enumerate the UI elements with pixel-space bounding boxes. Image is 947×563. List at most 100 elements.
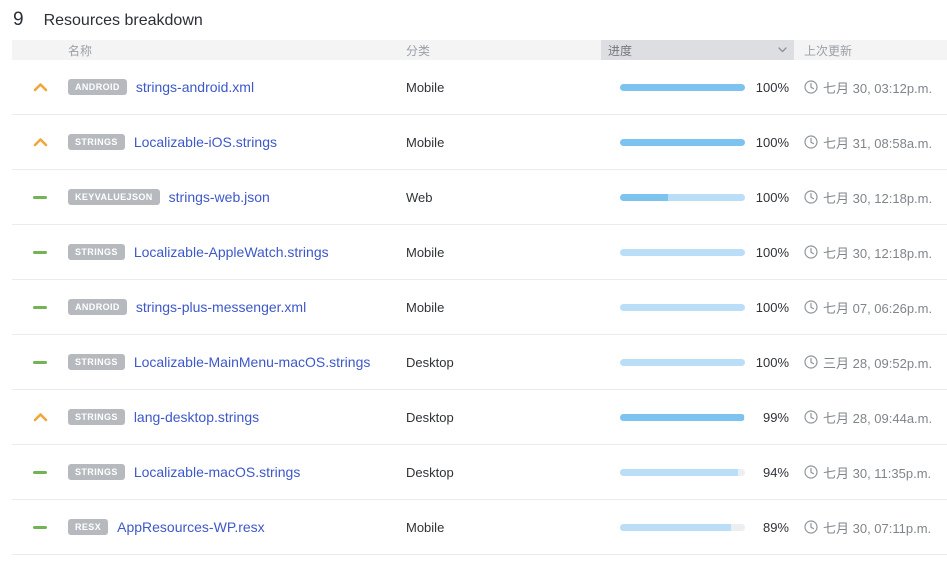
chevron-down-icon — [778, 47, 787, 53]
file-link[interactable]: Localizable-MainMenu-macOS.strings — [134, 354, 371, 370]
page-number: 9 — [13, 9, 24, 31]
updated-label: 七月 31, 08:58a.m. — [823, 133, 932, 152]
updated-label: 七月 28, 09:44a.m. — [823, 408, 932, 427]
updated-cell: 七月 31, 08:58a.m. — [794, 133, 947, 152]
progress-filter-select[interactable]: 进度 — [601, 40, 794, 60]
column-header-category: 分类 — [406, 42, 601, 59]
updated-cell: 七月 30, 12:18p.m. — [794, 243, 947, 262]
file-link[interactable]: strings-plus-messenger.xml — [136, 299, 306, 315]
chevron-up-icon — [33, 137, 48, 147]
percent-label: 99% — [763, 410, 789, 425]
page-title: Resources breakdown — [44, 12, 203, 30]
clock-icon — [804, 520, 818, 534]
progress-cell: 100% — [601, 190, 794, 205]
row-toggle[interactable] — [33, 526, 47, 529]
percent-label: 100% — [756, 245, 789, 260]
format-badge: ANDROID — [68, 299, 127, 315]
format-badge: KEYVALUEJSON — [68, 189, 160, 205]
table-row: STRINGS Localizable-MainMenu-macOS.strin… — [12, 335, 947, 390]
file-link[interactable]: Localizable-iOS.strings — [134, 134, 277, 150]
name-cell: ANDROID strings-plus-messenger.xml — [68, 299, 406, 315]
updated-label: 三月 28, 09:52p.m. — [823, 353, 932, 372]
progress-bar — [620, 194, 745, 201]
progress-bar — [620, 359, 745, 366]
progress-segment — [620, 304, 745, 311]
name-cell: STRINGS Localizable-AppleWatch.strings — [68, 244, 406, 260]
progress-cell: 100% — [601, 355, 794, 370]
percent-label: 100% — [756, 80, 789, 95]
table-row: STRINGS Localizable-macOS.strings Deskto… — [12, 445, 947, 500]
dash-icon — [33, 526, 47, 529]
column-header-progress: 进度 — [608, 42, 632, 59]
format-badge: STRINGS — [68, 464, 125, 480]
dash-icon — [33, 471, 47, 474]
file-link[interactable]: strings-web.json — [169, 189, 270, 205]
format-badge: STRINGS — [68, 409, 125, 425]
progress-cell: 100% — [601, 245, 794, 260]
progress-segment — [620, 84, 745, 91]
name-cell: STRINGS lang-desktop.strings — [68, 409, 406, 425]
page-header: 9 Resources breakdown — [0, 0, 947, 40]
dash-icon — [33, 196, 47, 199]
percent-label: 89% — [763, 520, 789, 535]
row-toggle[interactable] — [33, 82, 48, 92]
clock-icon — [804, 80, 818, 94]
row-toggle[interactable] — [33, 471, 47, 474]
row-toggle[interactable] — [33, 196, 47, 199]
row-toggle[interactable] — [33, 306, 47, 309]
category-cell: Desktop — [406, 410, 601, 425]
category-cell: Web — [406, 190, 601, 205]
updated-cell: 七月 30, 12:18p.m. — [794, 188, 947, 207]
percent-label: 100% — [756, 300, 789, 315]
progress-bar — [620, 84, 745, 91]
progress-segment — [620, 249, 745, 256]
table-row: ANDROID strings-android.xml Mobile 100% … — [12, 60, 947, 115]
dash-icon — [33, 251, 47, 254]
file-link[interactable]: Localizable-AppleWatch.strings — [134, 244, 329, 260]
updated-cell: 七月 28, 09:44a.m. — [794, 408, 947, 427]
clock-icon — [804, 245, 818, 259]
updated-cell: 七月 30, 11:35p.m. — [794, 463, 947, 482]
column-header-updated: 上次更新 — [794, 42, 947, 59]
clock-icon — [804, 355, 818, 369]
row-toggle[interactable] — [33, 412, 48, 422]
clock-icon — [804, 465, 818, 479]
progress-segment — [620, 524, 731, 531]
file-link[interactable]: Localizable-macOS.strings — [134, 464, 301, 480]
name-cell: STRINGS Localizable-iOS.strings — [68, 134, 406, 150]
row-toggle[interactable] — [33, 361, 47, 364]
row-toggle[interactable] — [33, 251, 47, 254]
category-cell: Mobile — [406, 245, 601, 260]
table-header-row: 名称 分类 进度 上次更新 — [12, 40, 947, 60]
clock-icon — [804, 135, 818, 149]
column-header-name: 名称 — [68, 42, 406, 59]
category-cell: Mobile — [406, 135, 601, 150]
progress-segment — [620, 414, 744, 421]
category-cell: Desktop — [406, 465, 601, 480]
dash-icon — [33, 306, 47, 309]
updated-cell: 七月 30, 03:12p.m. — [794, 78, 947, 97]
progress-segment — [668, 194, 746, 201]
file-link[interactable]: strings-android.xml — [136, 79, 254, 95]
table-row: RESX AppResources-WP.resx Mobile 89% 七月 … — [12, 500, 947, 555]
file-link[interactable]: AppResources-WP.resx — [117, 519, 265, 535]
progress-cell: 99% — [601, 410, 794, 425]
chevron-up-icon — [33, 412, 48, 422]
progress-bar — [620, 524, 745, 531]
format-badge: RESX — [68, 519, 108, 535]
category-cell: Mobile — [406, 520, 601, 535]
name-cell: KEYVALUEJSON strings-web.json — [68, 189, 406, 205]
format-badge: STRINGS — [68, 134, 125, 150]
chevron-up-icon — [33, 82, 48, 92]
row-toggle[interactable] — [33, 137, 48, 147]
category-cell: Desktop — [406, 355, 601, 370]
progress-segment — [620, 469, 738, 476]
progress-segment — [620, 359, 745, 366]
file-link[interactable]: lang-desktop.strings — [134, 409, 259, 425]
table-row: KEYVALUEJSON strings-web.json Web 100% 七… — [12, 170, 947, 225]
format-badge: STRINGS — [68, 354, 125, 370]
name-cell: ANDROID strings-android.xml — [68, 79, 406, 95]
progress-bar — [620, 304, 745, 311]
format-badge: ANDROID — [68, 79, 127, 95]
name-cell: STRINGS Localizable-macOS.strings — [68, 464, 406, 480]
